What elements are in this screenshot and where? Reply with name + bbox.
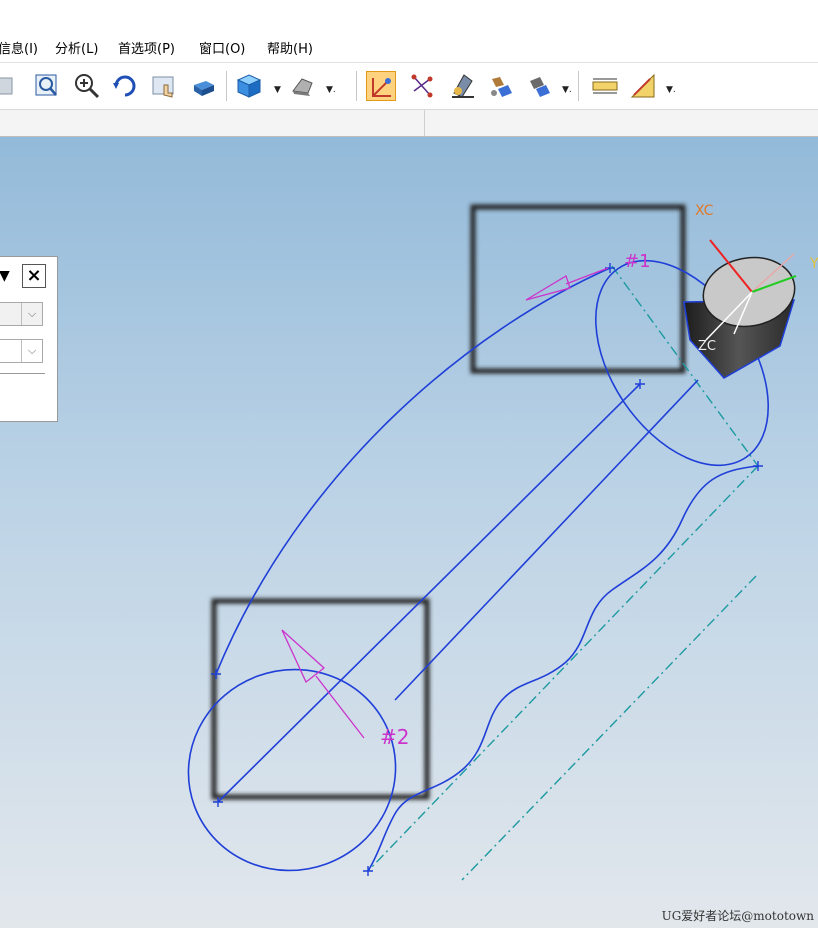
rotate-icon[interactable] <box>110 71 140 101</box>
axis-x-label: XC <box>695 203 714 219</box>
measure-angle-icon[interactable] <box>628 71 658 101</box>
dialog-select-1[interactable]: ⌵ <box>0 302 43 326</box>
axis-z-label: ZC <box>698 339 716 354</box>
snap-icon[interactable] <box>448 71 478 101</box>
menu-preferences[interactable]: 首选项(P) <box>118 38 175 57</box>
view-dropdown-icon[interactable]: ▼ <box>274 85 281 95</box>
status-bar <box>0 110 818 137</box>
menu-window[interactable]: 窗口(O) <box>199 38 245 57</box>
highlight-box-1 <box>470 204 686 374</box>
wcs-triad <box>683 239 797 379</box>
point-markers <box>211 263 763 876</box>
model-scene: #1 #2 XC ZC Y <box>187 203 818 881</box>
fit-icon[interactable] <box>0 71 18 101</box>
zoom-window-icon[interactable] <box>32 71 62 101</box>
axis-y-label: Y <box>809 256 818 272</box>
measure-dropdown-arrow[interactable]: ▼. <box>666 85 676 95</box>
graphics-viewport[interactable]: #1 #2 XC ZC Y ▼ × ⌵ ⌵ UG爱好者论坛@mototown <box>0 137 818 928</box>
title-bar <box>0 0 818 30</box>
menu-analysis[interactable]: 分析(L) <box>55 38 98 57</box>
render-style-icon[interactable] <box>188 71 218 101</box>
select-curve-icon[interactable] <box>366 71 396 101</box>
pan-icon[interactable] <box>150 71 180 101</box>
label-2: #2 <box>380 725 409 749</box>
chevron-down-icon[interactable]: ⌵ <box>21 303 42 325</box>
floating-dialog: ▼ × ⌵ ⌵ <box>0 256 58 422</box>
feature-dropdown-arrow[interactable]: ▼. <box>562 85 572 95</box>
view-cube-icon[interactable] <box>234 71 264 101</box>
dialog-menu-icon[interactable]: ▼ <box>0 268 10 284</box>
dialog-select-2[interactable]: ⌵ <box>0 339 43 363</box>
menu-help[interactable]: 帮助(H) <box>267 38 313 57</box>
close-icon[interactable]: × <box>22 264 46 288</box>
watermark: UG爱好者论坛@mototown <box>661 909 814 923</box>
point-icon[interactable] <box>408 71 438 101</box>
chevron-down-icon[interactable]: ⌵ <box>21 340 42 362</box>
menu-info[interactable]: 信息(I) <box>0 38 38 57</box>
zoom-icon[interactable] <box>72 71 102 101</box>
dialog-divider <box>0 373 45 374</box>
shaded-dropdown-arrow[interactable]: ▼. <box>326 85 336 95</box>
feature-dropdown-icon[interactable] <box>524 71 554 101</box>
menu-bar: 信息(I) 分析(L) 首选项(P) 窗口(O) 帮助(H) <box>0 30 818 63</box>
label-1: #1 <box>624 251 651 272</box>
feature-icon[interactable] <box>486 71 516 101</box>
measure-distance-icon[interactable] <box>590 71 620 101</box>
toolbar: ▼ ▼. ▼. ▼. <box>0 63 818 110</box>
shaded-dropdown-icon[interactable] <box>288 71 318 101</box>
